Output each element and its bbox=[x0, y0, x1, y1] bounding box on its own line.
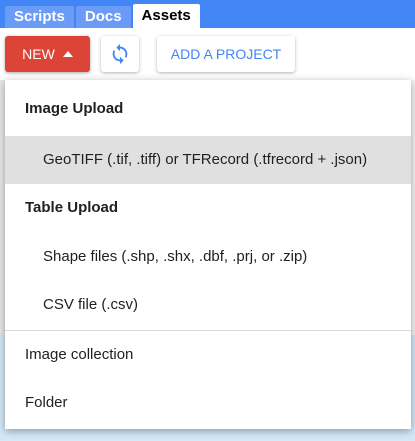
refresh-icon bbox=[112, 43, 128, 65]
tab-assets[interactable]: Assets bbox=[132, 4, 200, 28]
menu-item-csv[interactable]: CSV file (.csv) bbox=[5, 281, 411, 329]
tab-bar: Scripts Docs Assets bbox=[0, 0, 415, 28]
tab-scripts[interactable]: Scripts bbox=[5, 6, 74, 28]
new-asset-menu: Image Upload GeoTIFF (.tif, .tiff) or TF… bbox=[5, 80, 411, 429]
menu-header-table-upload: Table Upload bbox=[25, 199, 119, 216]
add-project-button[interactable]: ADD A PROJECT bbox=[157, 36, 295, 72]
menu-item-geotiff[interactable]: GeoTIFF (.tif, .tiff) or TFRecord (.tfre… bbox=[5, 136, 411, 184]
tab-docs[interactable]: Docs bbox=[75, 6, 131, 28]
assets-toolbar: NEW ADD A PROJECT bbox=[0, 28, 415, 80]
caret-up-icon bbox=[62, 50, 73, 57]
menu-header-image-upload: Image Upload bbox=[25, 100, 124, 117]
refresh-button[interactable] bbox=[101, 36, 139, 72]
menu-item-shape-files[interactable]: Shape files (.shp, .shx, .dbf, .prj, or … bbox=[5, 233, 411, 281]
new-button[interactable]: NEW bbox=[5, 36, 90, 72]
menu-item-folder[interactable]: Folder bbox=[5, 379, 411, 427]
menu-item-image-collection[interactable]: Image collection bbox=[5, 331, 411, 379]
new-button-label: NEW bbox=[22, 46, 55, 62]
